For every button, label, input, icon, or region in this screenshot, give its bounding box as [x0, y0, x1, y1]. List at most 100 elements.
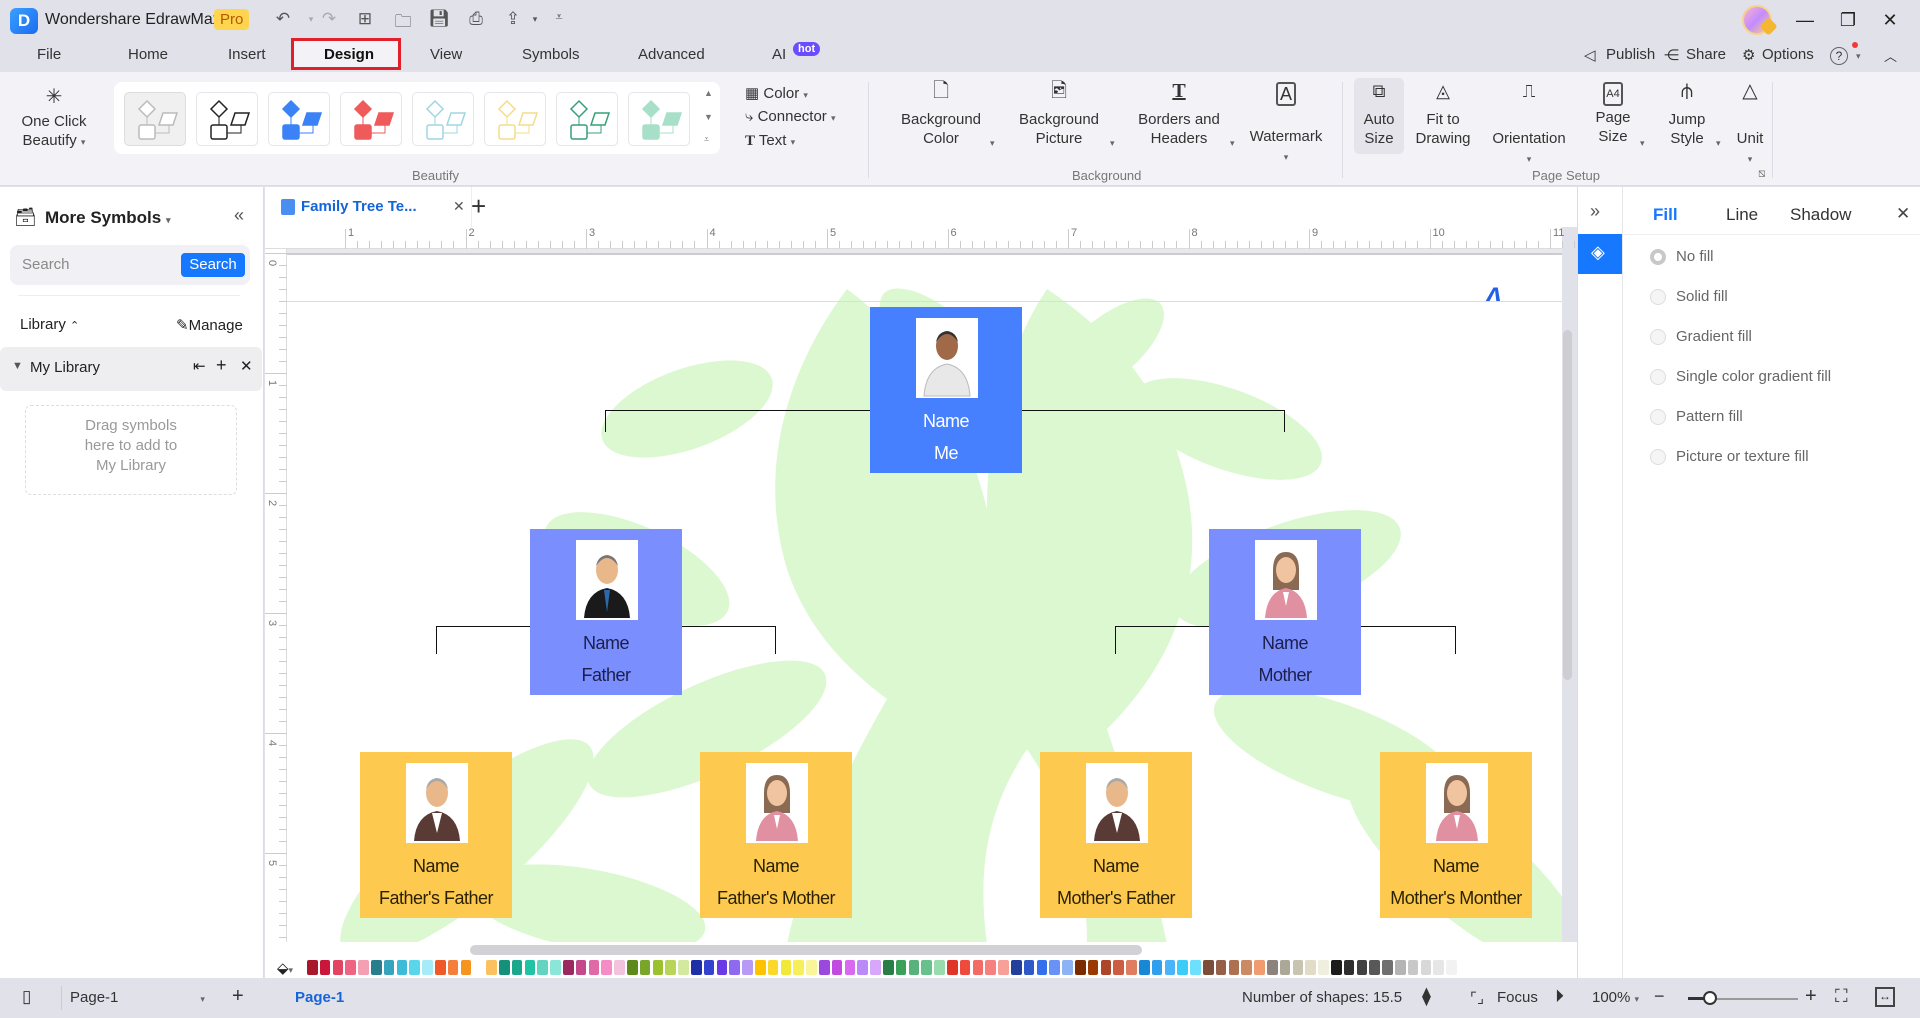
page-size-dropdown[interactable]: ▾: [1640, 138, 1645, 149]
family-member-mothers-mother[interactable]: Name Mother's Monther: [1380, 752, 1532, 918]
undo-icon[interactable]: ↶: [272, 9, 294, 29]
color-swatch[interactable]: [819, 960, 830, 975]
color-swatch[interactable]: [1279, 960, 1291, 975]
menu-ai[interactable]: AI: [772, 46, 786, 63]
color-swatch[interactable]: [921, 960, 932, 975]
color-swatch[interactable]: [1215, 960, 1227, 975]
color-swatch[interactable]: [409, 960, 420, 975]
collapse-panel-icon[interactable]: «: [234, 205, 244, 226]
color-swatch[interactable]: [1433, 960, 1444, 975]
color-swatch[interactable]: [883, 960, 894, 975]
color-swatch[interactable]: [959, 960, 971, 975]
fill-option-radio[interactable]: [1650, 329, 1666, 345]
color-swatch[interactable]: [601, 960, 612, 975]
color-swatch[interactable]: [1151, 960, 1163, 975]
export-dropdown-icon[interactable]: ▾: [524, 14, 546, 25]
color-swatch[interactable]: [985, 960, 996, 975]
background-color-dropdown[interactable]: ▾: [990, 138, 995, 149]
menu-home[interactable]: Home: [128, 46, 168, 63]
color-swatch[interactable]: [1292, 960, 1304, 975]
fill-option-label[interactable]: Gradient fill: [1676, 328, 1752, 345]
menu-view[interactable]: View: [430, 46, 462, 63]
jump-style-dropdown[interactable]: ▾: [1716, 138, 1721, 149]
color-swatch[interactable]: [537, 960, 548, 975]
color-swatch[interactable]: [1446, 960, 1457, 975]
color-swatch[interactable]: [1267, 960, 1278, 975]
color-swatch[interactable]: [767, 960, 779, 975]
family-member-mothers-father[interactable]: Name Mother's Father: [1040, 752, 1192, 918]
page-panel-icon[interactable]: ▯: [22, 987, 31, 1007]
beautify-style-8[interactable]: [628, 92, 690, 146]
tab-fill[interactable]: Fill: [1653, 205, 1678, 225]
color-swatch[interactable]: [1023, 960, 1035, 975]
fill-option-radio[interactable]: [1650, 249, 1666, 265]
fill-option-radio[interactable]: [1650, 409, 1666, 425]
new-icon[interactable]: ⊞: [354, 9, 376, 29]
color-swatch[interactable]: [1241, 960, 1252, 975]
color-swatch[interactable]: [1190, 960, 1201, 975]
color-swatch[interactable]: [806, 960, 817, 975]
color-swatch[interactable]: [844, 960, 856, 975]
menu-symbols[interactable]: Symbols: [522, 46, 580, 63]
close-panel-icon[interactable]: ✕: [1896, 204, 1910, 224]
color-swatch[interactable]: [755, 960, 766, 975]
share-button[interactable]: Share: [1686, 46, 1726, 63]
color-swatch[interactable]: [870, 960, 881, 975]
customize-toolbar-icon[interactable]: ⩡: [548, 9, 570, 25]
color-swatch[interactable]: [1254, 960, 1265, 975]
color-swatch[interactable]: [1343, 960, 1355, 975]
watermark-button[interactable]: A Watermark ▾: [1246, 82, 1326, 167]
color-swatch[interactable]: [1177, 960, 1188, 975]
beautify-style-2[interactable]: [196, 92, 258, 146]
color-swatch[interactable]: [691, 960, 702, 975]
color-swatch[interactable]: [729, 960, 740, 975]
color-swatch[interactable]: [947, 960, 958, 975]
fill-bucket-icon[interactable]: ⬙▾: [277, 959, 293, 977]
menu-design[interactable]: Design: [324, 46, 374, 63]
color-swatch[interactable]: [447, 960, 459, 975]
color-swatch[interactable]: [396, 960, 408, 975]
zoom-in-button[interactable]: +: [1805, 985, 1817, 1008]
document-tab[interactable]: Family Tree Te... ✕: [281, 187, 465, 227]
page-size-button[interactable]: A4 Page Size: [1588, 82, 1638, 146]
page-setup-launcher-icon[interactable]: ⧅: [1758, 166, 1766, 181]
color-swatch[interactable]: [332, 960, 344, 975]
borders-headers-button[interactable]: T Borders and Headers: [1134, 81, 1224, 148]
add-icon[interactable]: +: [216, 355, 227, 376]
tab-line[interactable]: Line: [1726, 205, 1758, 225]
color-swatch[interactable]: [563, 960, 574, 975]
color-swatch[interactable]: [1305, 960, 1316, 975]
color-swatch[interactable]: [550, 960, 561, 975]
color-swatch[interactable]: [307, 960, 318, 975]
color-swatch[interactable]: [460, 960, 472, 975]
color-swatch[interactable]: [1062, 960, 1073, 975]
color-swatch[interactable]: [780, 960, 792, 975]
menu-advanced[interactable]: Advanced: [638, 46, 705, 63]
focus-button[interactable]: Focus: [1497, 989, 1538, 1006]
drawing-canvas[interactable]: ʌ Name Me Name Father Name Mother Name F…: [287, 249, 1562, 944]
close-window-button[interactable]: ✕: [1875, 6, 1905, 34]
fill-option-radio[interactable]: [1650, 369, 1666, 385]
color-swatch[interactable]: [703, 960, 715, 975]
text-option[interactable]: T Text ▾: [745, 132, 795, 150]
background-color-button[interactable]: 🗋︎ Background Color: [896, 81, 986, 148]
redo-icon[interactable]: ↷: [318, 9, 340, 29]
color-swatch[interactable]: [383, 960, 395, 975]
color-swatch[interactable]: [1318, 960, 1329, 975]
color-swatch[interactable]: [1087, 960, 1099, 975]
library-toggle[interactable]: Library ⌃: [20, 316, 79, 333]
menu-insert[interactable]: Insert: [228, 46, 266, 63]
color-swatch[interactable]: [1113, 960, 1124, 975]
my-library-header[interactable]: ▼ My Library ⇤ + ✕: [0, 347, 262, 391]
color-swatch[interactable]: [895, 960, 907, 975]
new-tab-button[interactable]: +: [471, 191, 486, 222]
help-icon[interactable]: ?: [1830, 47, 1848, 65]
color-swatch[interactable]: [511, 960, 523, 975]
color-swatch[interactable]: [1100, 960, 1112, 975]
color-swatch[interactable]: [742, 960, 753, 975]
minimize-button[interactable]: —: [1790, 6, 1820, 34]
vertical-scrollbar[interactable]: [1563, 330, 1572, 680]
connector-option[interactable]: ⤷ Connector ▾: [745, 108, 836, 125]
color-swatch[interactable]: [652, 960, 664, 975]
jump-style-button[interactable]: ⫛ Jump Style: [1662, 81, 1712, 148]
